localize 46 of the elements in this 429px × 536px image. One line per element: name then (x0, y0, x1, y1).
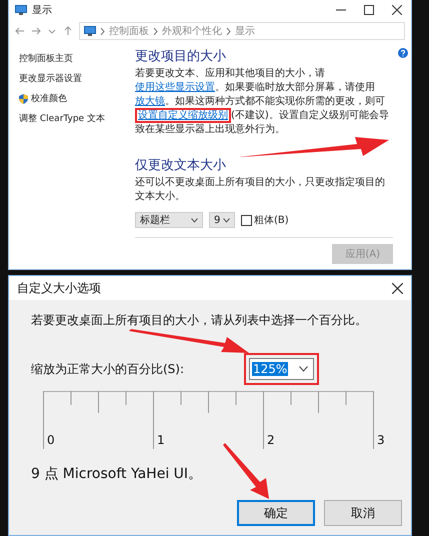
chevron-icon (100, 28, 105, 34)
bold-checkbox[interactable]: 粗体(B) (241, 213, 289, 227)
description-text: 若要更改文本、应用和其他项目的大小，请 使用这些显示设置。如果要临时放大部分屏幕，请使用 放大镜。如果这两种方式都不能实现你所需的更改，则可 设置自定义缩放级别 (不建议)。设置自定义级别可能会导致在某些显示器上出现意外行为。 (135, 67, 390, 137)
breadcrumb-item[interactable]: 控制面板 (109, 24, 149, 38)
settings-link[interactable]: 放大镜 (135, 96, 165, 107)
caret-icon (223, 218, 230, 222)
sample-text: 9 点 Microsoft YaHei UI。 (31, 465, 202, 483)
caret-icon (191, 218, 198, 222)
shield-icon (19, 94, 28, 104)
close-icon[interactable] (392, 282, 403, 294)
sidebar-link[interactable]: 调整 ClearType 文本 (19, 112, 105, 125)
cancel-button[interactable]: 取消 (324, 500, 402, 526)
field-label: 缩放为正常大小的百分比(S): (31, 360, 186, 378)
size-dropdown[interactable]: 9 (209, 212, 235, 228)
caret-icon (299, 366, 308, 372)
help-icon[interactable] (398, 48, 408, 58)
forward-arrow-icon[interactable] (31, 26, 41, 36)
dialog-title: 自定义大小选项 (17, 280, 101, 296)
breadcrumb-item[interactable]: 显示 (235, 24, 255, 38)
chevron-icon (153, 28, 158, 34)
breadcrumb-item[interactable]: 外观和个性化 (162, 24, 222, 38)
item-dropdown[interactable]: 标题栏 (135, 212, 203, 228)
description-text: 还可以不更改桌面上所有项目的大小，只更改指定项目的文本大小。 (135, 176, 386, 204)
settings-link[interactable]: 设置自定义缩放级别 (135, 108, 231, 123)
section-heading: 仅更改文本大小 (135, 157, 226, 174)
sidebar-link[interactable]: 校准颜色 (19, 92, 67, 105)
instruction-text: 若要更改桌面上所有项目的大小，请从列表中选择一个百分比。 (31, 312, 368, 329)
ruler-label: 1 (156, 433, 166, 447)
sidebar-link[interactable]: 更改显示器设置 (19, 72, 82, 85)
monitor-icon (84, 26, 96, 36)
back-arrow-icon[interactable] (15, 26, 25, 36)
up-arrow-icon[interactable] (63, 26, 73, 36)
ruler-label: 0 (46, 433, 56, 447)
section-heading: 更改项目的大小 (135, 48, 226, 65)
annotation-arrow (223, 443, 269, 499)
ruler-label: 3 (376, 433, 385, 447)
sidebar-link[interactable]: 控制面板主页 (19, 52, 73, 65)
settings-link[interactable]: 使用这些显示设置 (135, 82, 215, 93)
chevron-icon (226, 28, 231, 34)
window-title: 显示 (32, 4, 53, 17)
scale-dropdown[interactable]: 125% (249, 358, 314, 380)
monitor-icon (15, 5, 27, 15)
close-icon[interactable] (392, 5, 402, 15)
ok-button[interactable]: 确定 (237, 500, 315, 526)
ruler-label: 2 (266, 433, 276, 447)
maximize-icon[interactable] (364, 5, 374, 15)
